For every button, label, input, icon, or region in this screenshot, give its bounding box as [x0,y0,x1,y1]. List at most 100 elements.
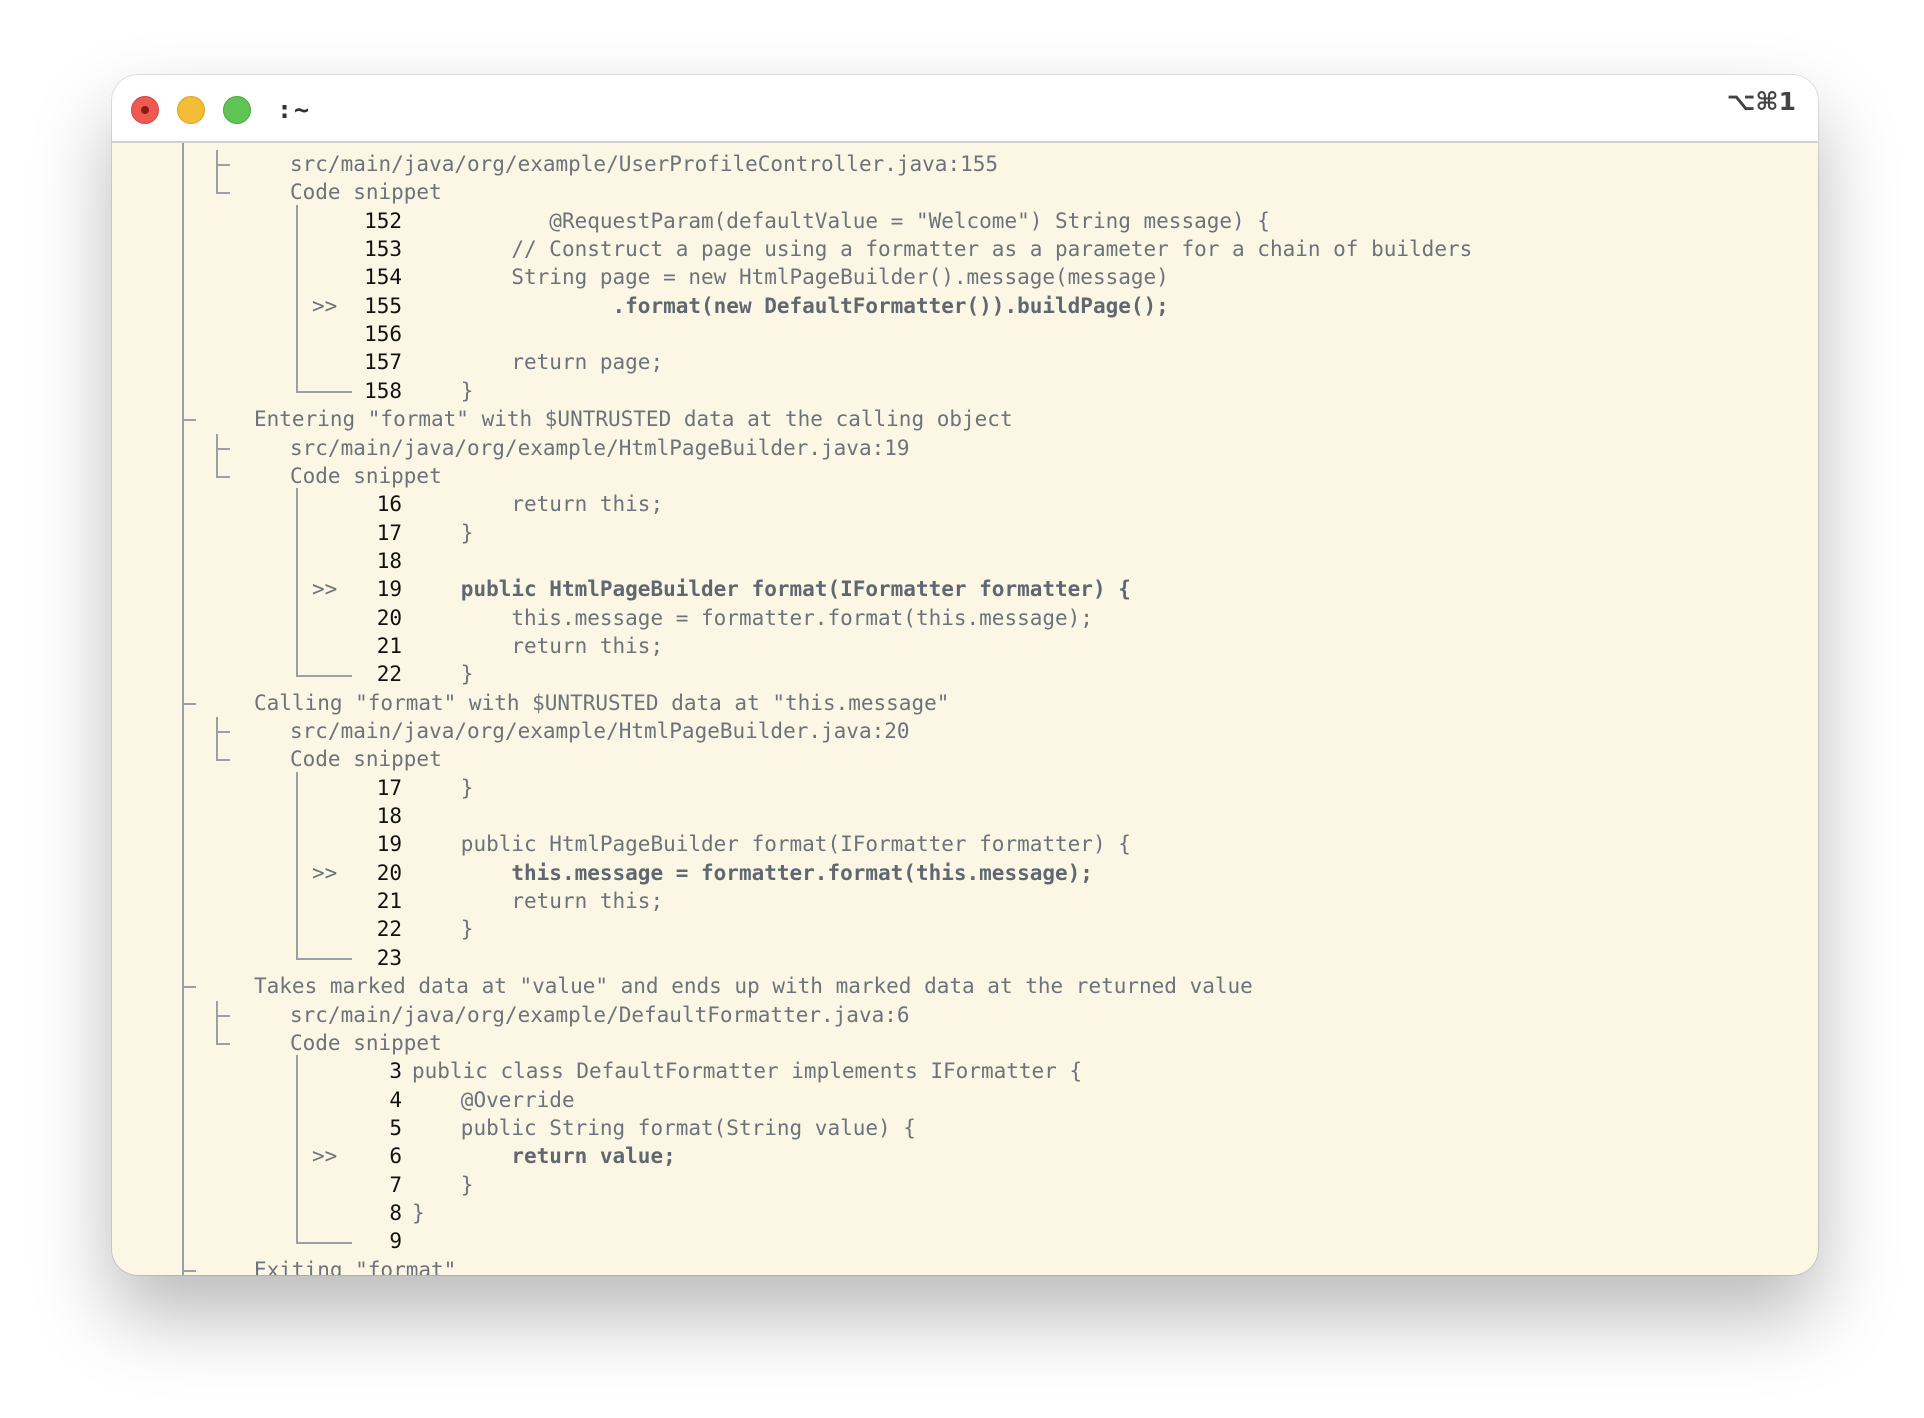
snippet-bracket [296,488,298,675]
code-text: this.message = formatter.format(this.mes… [460,860,1093,885]
code-snippet-label: Code snippet [290,1030,442,1055]
file-path-link[interactable]: src/main/java/org/example/HtmlPageBuilde… [290,434,910,462]
code-text: } [460,662,474,687]
title-bar: :~ ⌥⌘1 [112,75,1818,143]
line-number: 22 [376,662,402,687]
code-line: 4 @Override [112,1086,1818,1114]
code-line: 152 @RequestParam(defaultValue = "Welcom… [112,207,1818,235]
snippet-line: Code snippet [112,178,1818,206]
code-text: public HtmlPageBuilder format(IFormatter… [460,577,1131,602]
code-text: public class DefaultFormatter implements… [412,1059,1083,1084]
snippet-line: Code snippet [112,745,1818,773]
code-line: 158} [112,377,1818,405]
line-number: 3 [389,1059,402,1084]
minimize-button[interactable] [177,96,205,124]
code-line: 3 public class DefaultFormatter implement… [112,1057,1818,1085]
code-text: @RequestParam(defaultValue = "Welcome") … [460,208,1270,233]
code-line: 23 [112,944,1818,972]
trace-step-label: Entering "format" with $UNTRUSTED data a… [254,407,1013,432]
code-line: 21 return this; [112,887,1818,915]
code-line: >> 155 .format(new DefaultFormatter()).bu… [112,292,1818,320]
code-line: 7} [112,1171,1818,1199]
line-number: 19 [376,577,402,602]
code-line: 154 String page = new HtmlPageBuilder().… [112,263,1818,291]
code-line: 157 return page; [112,348,1818,376]
terminal-output[interactable]: src/main/java/org/example/UserProfileCon… [112,143,1818,1275]
zoom-button[interactable] [223,96,251,124]
code-text: return value; [460,1144,676,1169]
code-line: >> 20 this.message = formatter.format(thi… [112,859,1818,887]
line-number: 21 [376,889,402,914]
step-line: Takes marked data at "value" and ends up… [112,972,1818,1000]
code-text: return page; [460,350,664,375]
snippet-bracket [296,204,298,392]
code-line: 16 return this; [112,490,1818,518]
code-text: return this; [460,889,664,914]
close-button[interactable] [131,96,159,124]
line-number: 157 [364,350,402,375]
file-line: src/main/java/org/example/HtmlPageBuilde… [112,434,1818,462]
line-number: 21 [376,633,402,658]
code-text: } [460,378,474,403]
line-number: 5 [389,1115,402,1140]
trace-step-label: Takes marked data at "value" and ends up… [254,974,1253,999]
code-text: return this; [460,633,664,658]
file-line: src/main/java/org/example/HtmlPageBuilde… [112,717,1818,745]
trace-step-label: Calling "format" with $UNTRUSTED data at… [254,690,950,715]
terminal-window: :~ ⌥⌘1 src/main/java/org/example/UserPro… [112,75,1818,1275]
code-snippet-label: Code snippet [290,747,442,772]
line-number: 6 [389,1144,402,1169]
snippet-line: Code snippet [112,462,1818,490]
line-number: 18 [376,548,402,573]
code-line: 18 [112,802,1818,830]
line-number: 7 [389,1172,402,1197]
code-text: public String format(String value) { [460,1115,916,1140]
code-line: 18 [112,547,1818,575]
line-number: 154 [364,265,402,290]
trace-step-label: Exiting "format" [254,1257,457,1275]
line-number: 22 [376,917,402,942]
line-number: 16 [376,492,402,517]
step-line: Calling "format" with $UNTRUSTED data at… [112,689,1818,717]
code-text: } [412,1200,425,1225]
code-line: 156 [112,320,1818,348]
code-line: 19 public HtmlPageBuilder format(IFormatt… [112,830,1818,858]
code-line: 17} [112,519,1818,547]
line-number: 23 [376,945,402,970]
line-number: 9 [389,1229,402,1254]
code-text: } [460,775,474,800]
file-path-link[interactable]: src/main/java/org/example/DefaultFormatt… [290,1001,910,1029]
line-number: 19 [376,832,402,857]
code-text: .format(new DefaultFormatter()).buildPag… [460,293,1169,318]
code-line: 22} [112,660,1818,688]
code-line: 22} [112,915,1818,943]
code-text: @Override [460,1087,575,1112]
code-text: return this; [460,492,664,517]
line-number: 18 [376,804,402,829]
snippet-bracket [296,771,298,959]
line-number: 156 [364,322,402,347]
code-text: // Construct a page using a formatter as… [460,237,1473,262]
code-line: 17} [112,774,1818,802]
code-line: >> 6 return value; [112,1142,1818,1170]
line-number: 8 [389,1200,402,1225]
code-text: this.message = formatter.format(this.mes… [460,605,1093,630]
file-path-link[interactable]: src/main/java/org/example/UserProfileCon… [290,150,998,178]
snippet-line: Code snippet [112,1029,1818,1057]
line-number: 155 [364,293,402,318]
step-line: Exiting "format" [112,1256,1818,1275]
file-path-link[interactable]: src/main/java/org/example/HtmlPageBuilde… [290,717,910,745]
window-title: :~ [277,95,312,124]
code-line: 9 [112,1227,1818,1255]
snippet-bracket [296,1055,298,1242]
line-number: 20 [376,605,402,630]
code-line: 20 this.message = formatter.format(this.… [112,604,1818,632]
line-number: 152 [364,208,402,233]
code-text: } [460,520,474,545]
file-line: src/main/java/org/example/DefaultFormatt… [112,1001,1818,1029]
code-line: 8} [112,1199,1818,1227]
line-number: 17 [376,775,402,800]
line-number: 17 [376,520,402,545]
tab-shortcut: ⌥⌘1 [1726,87,1796,116]
step-line: Entering "format" with $UNTRUSTED data a… [112,405,1818,433]
